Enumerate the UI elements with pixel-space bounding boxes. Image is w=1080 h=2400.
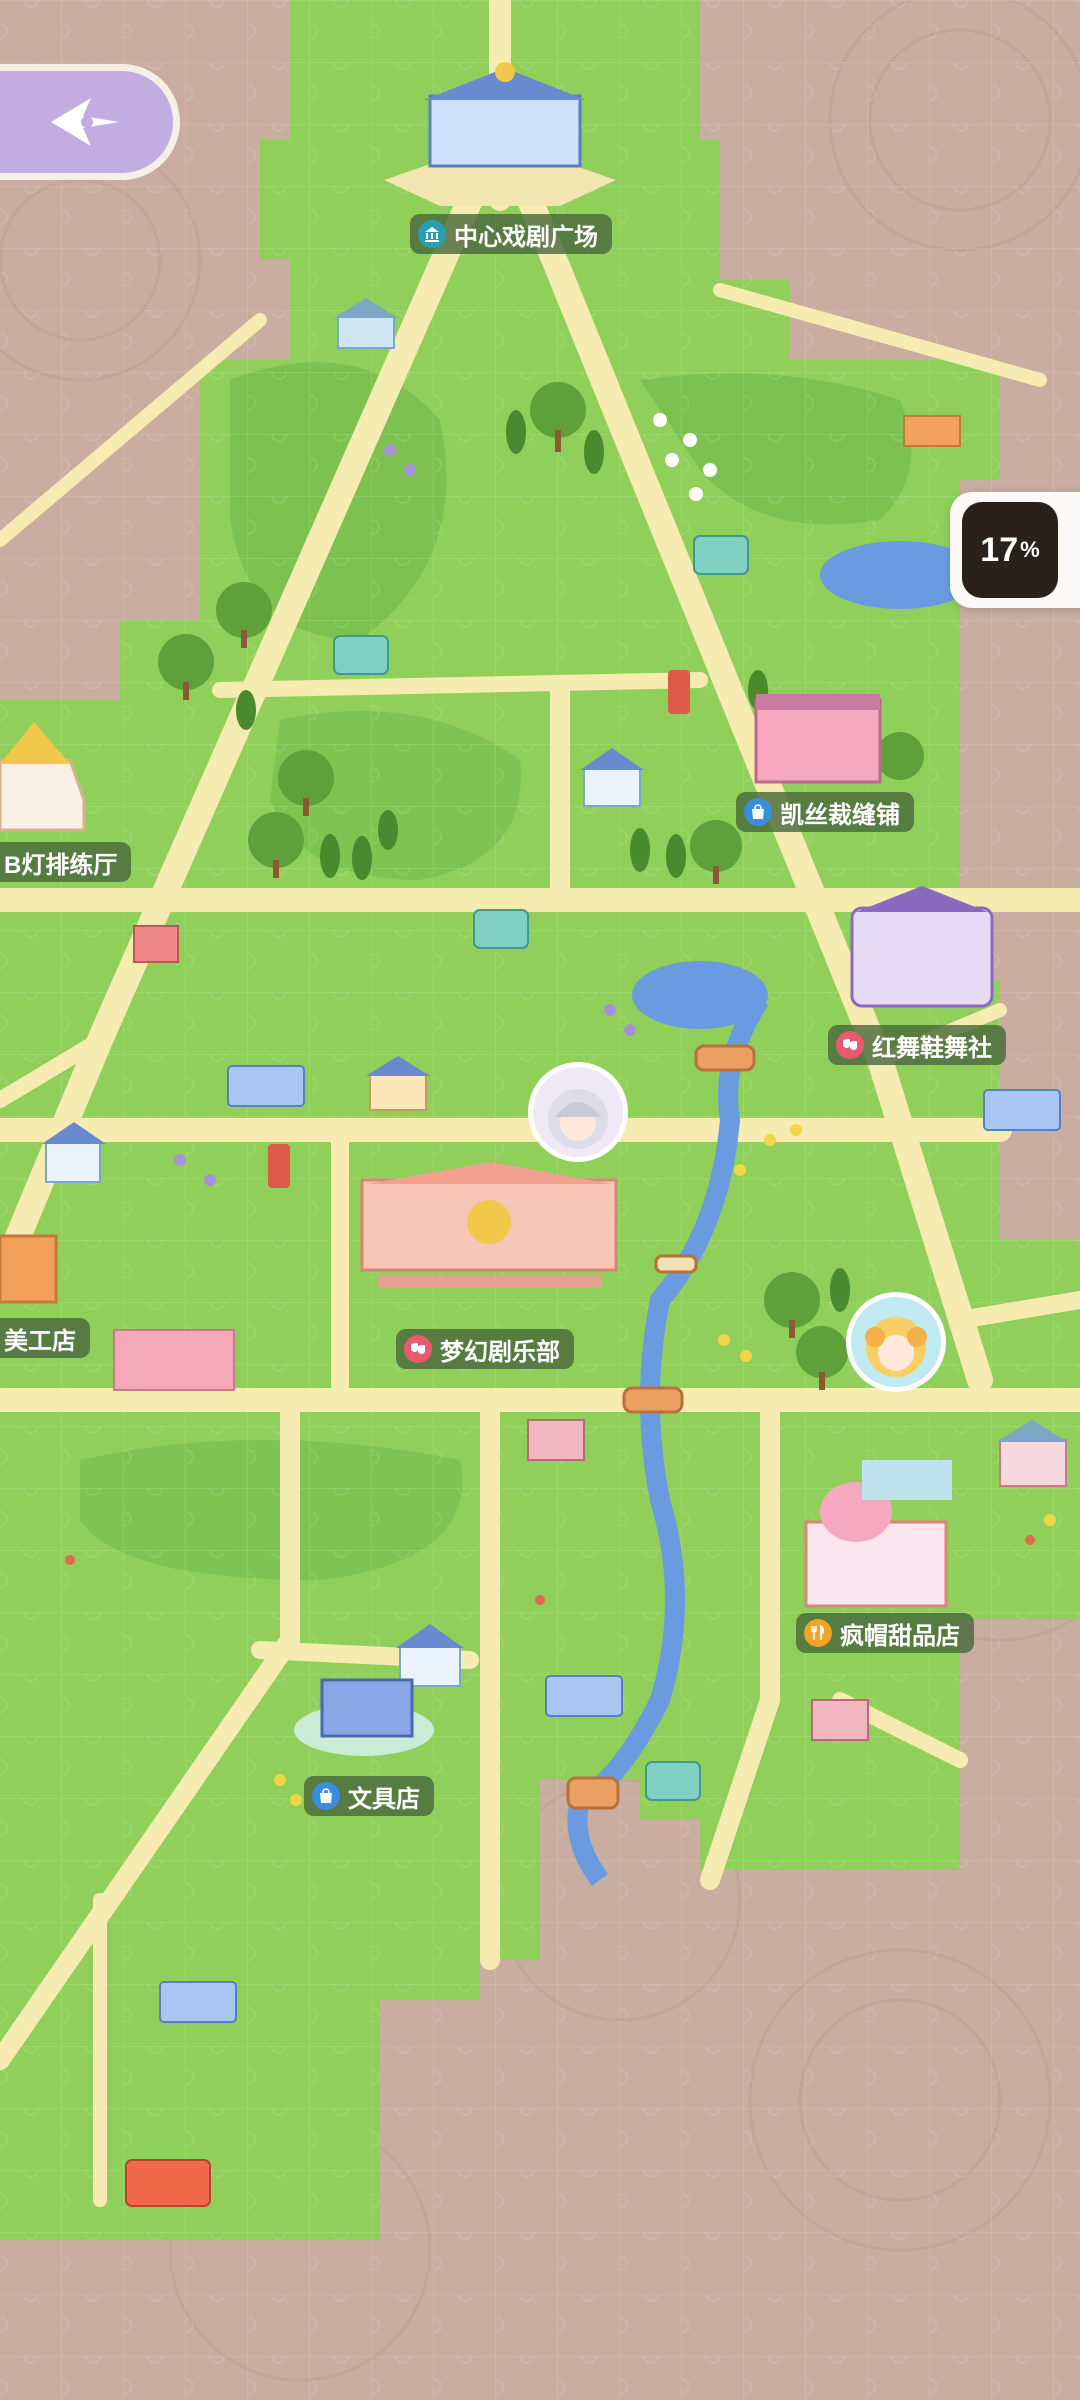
location-label-text: 文具店 <box>348 1785 420 1813</box>
theater-mask-icon <box>404 1335 432 1363</box>
shopping-bag-icon <box>744 798 772 826</box>
theater-mask-icon <box>836 1031 864 1059</box>
character-avatar-blonde[interactable] <box>846 1292 946 1392</box>
compass-arrow-icon <box>51 98 119 146</box>
location-label-text: 美工店 <box>4 1327 76 1355</box>
location-label-text: 红舞鞋舞社 <box>872 1034 992 1062</box>
location-label-text: 中心戏剧广场 <box>454 223 598 251</box>
fork-knife-icon <box>804 1619 832 1647</box>
town-map[interactable] <box>0 0 1080 2400</box>
location-label-art-shop[interactable]: 美工店 <box>0 1318 90 1358</box>
location-label-central-theater-square[interactable]: 中心戏剧广场 <box>410 214 612 254</box>
location-label-dream-drama-club[interactable]: 梦幻剧乐部 <box>396 1329 574 1369</box>
location-label-mad-hatter-dessert-shop[interactable]: 疯帽甜品店 <box>796 1613 974 1653</box>
blonde-character-icon <box>865 1317 927 1377</box>
collection-progress-widget[interactable]: 17% <box>950 492 1080 608</box>
shopping-bag-icon <box>312 1782 340 1810</box>
location-label-lights-rehearsal-hall[interactable]: B灯排练厅 <box>0 842 132 882</box>
location-label-text: B灯排练厅 <box>4 851 118 879</box>
progress-value: 17 <box>980 530 1019 569</box>
silver-hair-character-icon <box>548 1089 608 1149</box>
location-label-text: 凯丝裁缝铺 <box>780 801 900 829</box>
museum-icon <box>418 220 446 248</box>
location-label-stationery-shop[interactable]: 文具店 <box>304 1776 434 1816</box>
location-label-text: 梦幻剧乐部 <box>440 1338 560 1366</box>
location-label-text: 疯帽甜品店 <box>840 1622 960 1650</box>
location-label-red-dance-shoe-club[interactable]: 红舞鞋舞社 <box>828 1025 1006 1065</box>
back-button[interactable] <box>0 64 180 180</box>
pond <box>632 961 768 1029</box>
progress-unit: % <box>1020 537 1040 562</box>
character-avatar-silver[interactable] <box>528 1062 628 1162</box>
progress-jar-icon: 17% <box>962 502 1058 598</box>
location-label-kaisi-tailor-shop[interactable]: 凯丝裁缝铺 <box>736 792 914 832</box>
